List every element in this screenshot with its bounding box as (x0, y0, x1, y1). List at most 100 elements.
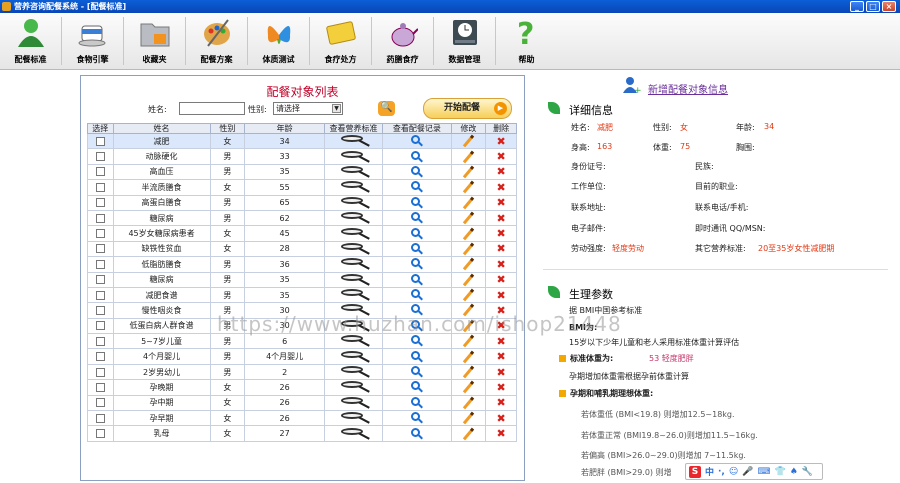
table-row[interactable]: 孕晚期女 26 ✖ (87, 379, 517, 396)
row-checkbox[interactable] (87, 425, 114, 442)
view-records-button[interactable] (382, 394, 452, 412)
table-row[interactable]: 高蛋白膳食男 65 ✖ (87, 194, 517, 211)
view-standard-button[interactable] (323, 286, 384, 304)
row-checkbox[interactable] (87, 302, 114, 319)
edit-button[interactable] (450, 179, 487, 196)
edit-button[interactable] (450, 348, 487, 365)
row-checkbox[interactable] (87, 240, 114, 258)
view-standard-button[interactable] (323, 348, 384, 365)
toolbar-button-constitution-test[interactable]: 体质测试 (248, 13, 309, 70)
view-standard-button[interactable] (323, 363, 384, 381)
row-checkbox[interactable] (87, 333, 114, 350)
view-records-button[interactable] (382, 363, 452, 381)
table-row[interactable]: 糖尿病男 62 ✖ (87, 209, 517, 227)
row-checkbox[interactable] (87, 256, 114, 273)
row-checkbox[interactable] (87, 394, 114, 412)
view-standard-button[interactable] (323, 163, 384, 181)
edit-button[interactable] (450, 425, 487, 442)
view-records-button[interactable] (382, 194, 452, 211)
toolbar-button-diet-prescription[interactable]: 食疗处方 (310, 13, 371, 70)
view-records-button[interactable] (382, 240, 452, 258)
row-checkbox[interactable] (87, 148, 114, 165)
delete-button[interactable]: ✖ (485, 363, 517, 381)
delete-button[interactable]: ✖ (485, 148, 517, 165)
edit-button[interactable] (450, 148, 487, 165)
edit-button[interactable] (450, 410, 487, 427)
view-standard-button[interactable] (323, 179, 384, 196)
toolbar-button-food-engine[interactable]: 食物引擎 (62, 13, 123, 70)
edit-button[interactable] (450, 363, 487, 381)
delete-button[interactable]: ✖ (485, 209, 517, 227)
row-checkbox[interactable] (87, 348, 114, 365)
edit-button[interactable] (450, 225, 487, 242)
delete-button[interactable]: ✖ (485, 194, 517, 211)
view-standard-button[interactable] (323, 394, 384, 412)
table-row[interactable]: 2岁男幼儿男 2 ✖ (87, 363, 517, 381)
table-row[interactable]: 减肥女 34 ✖ (87, 132, 517, 150)
view-standard-button[interactable] (323, 256, 384, 273)
view-standard-button[interactable] (323, 148, 384, 165)
row-checkbox[interactable] (87, 363, 114, 381)
delete-button[interactable]: ✖ (485, 271, 517, 288)
edit-button[interactable] (450, 209, 487, 227)
start-diet-button[interactable]: 开始配餐 ▶ (423, 98, 512, 119)
table-row[interactable]: 低脂肪膳食男 36 ✖ (87, 256, 517, 273)
delete-button[interactable]: ✖ (485, 286, 517, 304)
view-records-button[interactable] (382, 209, 452, 227)
edit-button[interactable] (450, 394, 487, 412)
table-row[interactable]: 孕中期女 26 ✖ (87, 394, 517, 412)
ime-toolbar[interactable]: S 中 ·, ☺ 🎤 ⌨ 👕 ♠ 🔧 (685, 463, 823, 480)
table-row[interactable]: 糖尿病男 35 ✖ (87, 271, 517, 288)
edit-button[interactable] (450, 256, 487, 273)
toolbar-button-diet-plan[interactable]: 配餐方案 (186, 13, 247, 70)
view-records-button[interactable] (382, 132, 452, 150)
view-standard-button[interactable] (323, 240, 384, 258)
maximize-button[interactable]: □ (866, 1, 880, 12)
row-checkbox[interactable] (87, 194, 114, 211)
edit-button[interactable] (450, 163, 487, 181)
delete-button[interactable]: ✖ (485, 425, 517, 442)
toolbar-button-help[interactable]: ? 帮助 (496, 13, 557, 70)
table-row[interactable]: 45岁女糖尿病患者女 45 ✖ (87, 225, 517, 242)
new-object-link[interactable]: 新增配餐对象信息 (648, 81, 728, 96)
table-row[interactable]: 半流质膳食女 55 ✖ (87, 179, 517, 196)
edit-button[interactable] (450, 271, 487, 288)
view-records-button[interactable] (382, 425, 452, 442)
toolbar-button-diet-standard[interactable]: 配餐标准 (0, 13, 61, 70)
view-records-button[interactable] (382, 256, 452, 273)
delete-button[interactable]: ✖ (485, 394, 517, 412)
row-checkbox[interactable] (87, 286, 114, 304)
edit-button[interactable] (450, 194, 487, 211)
edit-button[interactable] (450, 286, 487, 304)
close-button[interactable]: × (882, 1, 896, 12)
delete-button[interactable]: ✖ (485, 256, 517, 273)
toolbar-button-favorites[interactable]: 收藏夹 (124, 13, 185, 70)
delete-button[interactable]: ✖ (485, 379, 517, 396)
delete-button[interactable]: ✖ (485, 348, 517, 365)
delete-button[interactable]: ✖ (485, 240, 517, 258)
table-row[interactable]: 乳母女 27 ✖ (87, 425, 517, 442)
view-standard-button[interactable] (323, 425, 384, 442)
search-button[interactable]: 🔍 (378, 101, 395, 116)
view-records-button[interactable] (382, 225, 452, 242)
table-row[interactable]: 缺铁性贫血女 28 ✖ (87, 240, 517, 258)
view-records-button[interactable] (382, 379, 452, 396)
delete-button[interactable]: ✖ (485, 132, 517, 150)
row-checkbox[interactable] (87, 209, 114, 227)
delete-button[interactable]: ✖ (485, 163, 517, 181)
table-row[interactable]: 减肥食谱男 35 ✖ (87, 286, 517, 304)
view-records-button[interactable] (382, 348, 452, 365)
row-checkbox[interactable] (87, 379, 114, 396)
row-checkbox[interactable] (87, 271, 114, 288)
row-checkbox[interactable] (87, 225, 114, 242)
view-standard-button[interactable] (323, 410, 384, 427)
delete-button[interactable]: ✖ (485, 225, 517, 242)
edit-button[interactable] (450, 132, 487, 150)
view-records-button[interactable] (382, 179, 452, 196)
edit-button[interactable] (450, 240, 487, 258)
view-standard-button[interactable] (323, 225, 384, 242)
view-standard-button[interactable] (323, 132, 384, 150)
table-row[interactable]: 孕早期女 26 ✖ (87, 410, 517, 427)
view-records-button[interactable] (382, 410, 452, 427)
view-standard-button[interactable] (323, 379, 384, 396)
